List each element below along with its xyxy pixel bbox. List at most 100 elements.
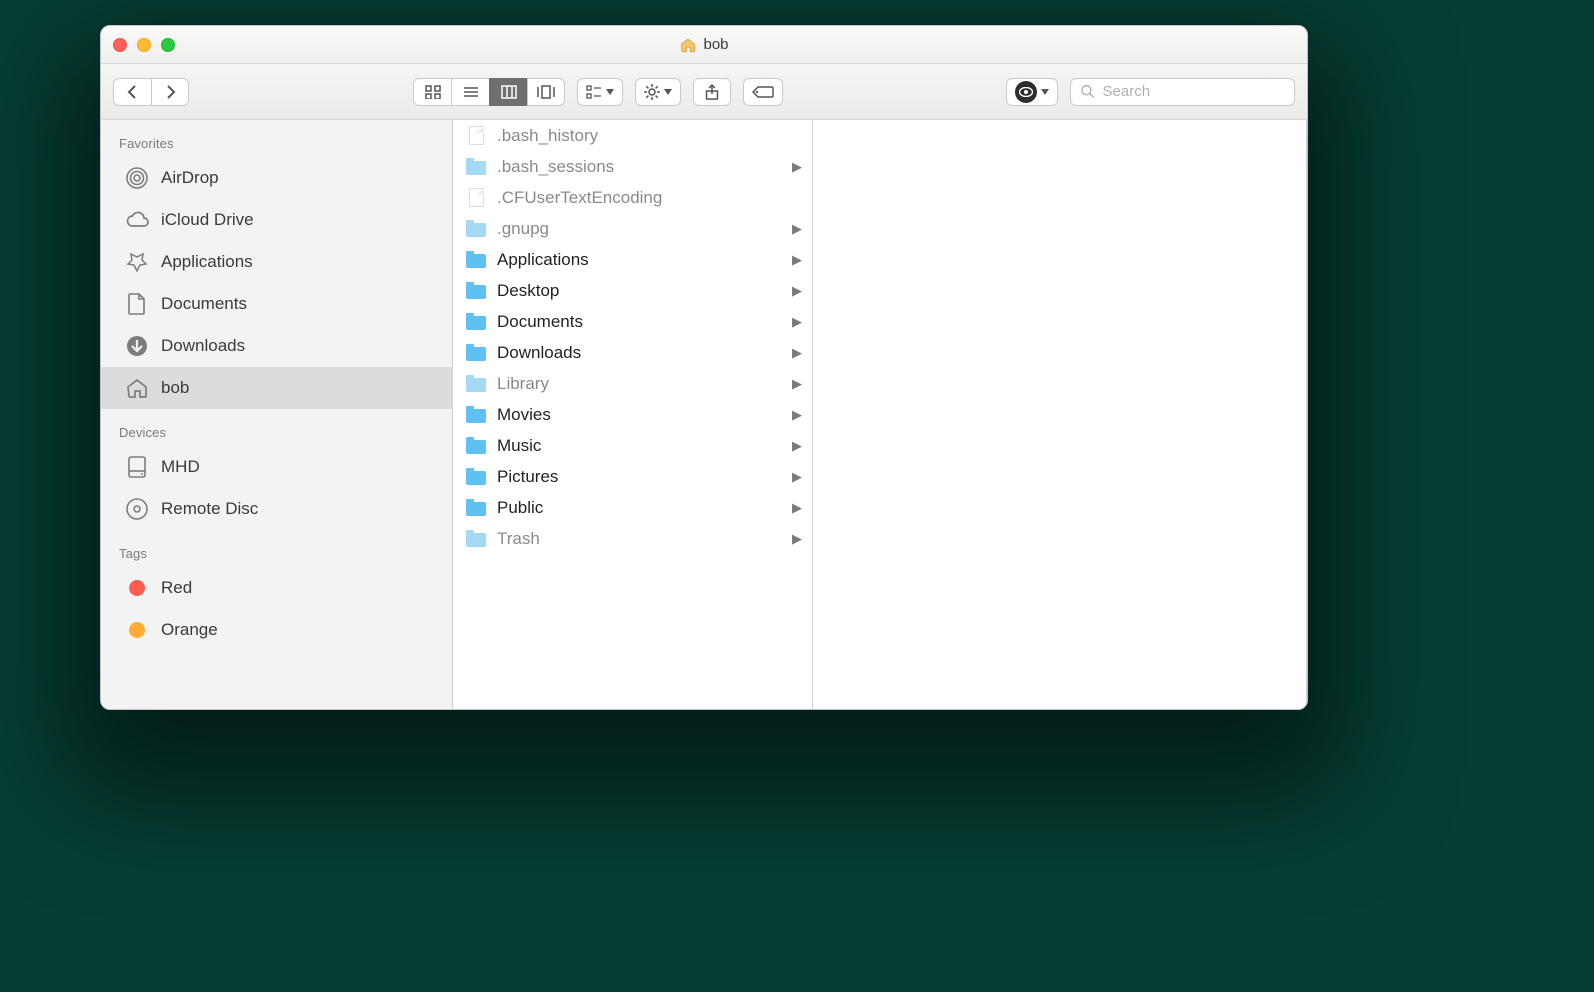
action-button[interactable] (635, 78, 681, 106)
file-item[interactable]: Downloads▶ (453, 337, 812, 368)
sidebar-item-home[interactable]: bob (101, 367, 452, 409)
file-item[interactable]: Documents▶ (453, 306, 812, 337)
sidebar-item-documents[interactable]: Documents (101, 283, 452, 325)
dropbox-smart-sync-button[interactable] (1006, 78, 1058, 106)
zoom-window-button[interactable] (161, 38, 175, 52)
disclosure-arrow-icon: ▶ (792, 345, 802, 361)
sidebar-item-label: MHD (161, 457, 200, 477)
file-item[interactable]: .bash_sessions▶ (453, 151, 812, 182)
sidebar-item-label: Orange (161, 620, 218, 640)
forward-button[interactable] (151, 78, 189, 106)
list-icon (463, 85, 479, 99)
back-button[interactable] (113, 78, 151, 106)
sidebar-item-label: bob (161, 378, 189, 398)
document-icon (125, 292, 149, 316)
sidebar-item-label: Applications (161, 252, 253, 272)
view-gallery-button[interactable] (527, 78, 565, 106)
file-item[interactable]: Public▶ (453, 492, 812, 523)
folder-icon (465, 156, 487, 178)
file-name: .bash_sessions (497, 157, 792, 177)
window-controls (113, 38, 175, 52)
file-name: Public (497, 498, 792, 518)
chevron-down-icon (1041, 89, 1049, 95)
group-by-button[interactable] (577, 78, 623, 106)
share-button[interactable] (693, 78, 731, 106)
column-view: .bash_history.bash_sessions▶.CFUserTextE… (453, 120, 1307, 709)
close-window-button[interactable] (113, 38, 127, 52)
sidebar-section-tags: Tags (101, 542, 452, 567)
folder-icon (465, 404, 487, 426)
file-name: .gnupg (497, 219, 792, 239)
sidebar-section-favorites: Favorites (101, 132, 452, 157)
file-name: .bash_history (497, 126, 802, 146)
file-item[interactable]: Music▶ (453, 430, 812, 461)
folder-icon (465, 311, 487, 333)
file-item[interactable]: Desktop▶ (453, 275, 812, 306)
file-item[interactable]: Applications▶ (453, 244, 812, 275)
edit-tags-button[interactable] (743, 78, 783, 106)
toolbar (101, 64, 1307, 120)
sidebar: Favorites AirDrop iCloud Drive (101, 120, 453, 709)
view-list-button[interactable] (451, 78, 489, 106)
file-name: Movies (497, 405, 792, 425)
file-icon (465, 125, 487, 147)
folder-icon (465, 218, 487, 240)
chevron-right-icon (164, 85, 176, 99)
view-icons-button[interactable] (413, 78, 451, 106)
search-field[interactable] (1070, 78, 1295, 106)
disclosure-arrow-icon: ▶ (792, 469, 802, 485)
file-name: .CFUserTextEncoding (497, 188, 802, 208)
file-name: Documents (497, 312, 792, 332)
file-item[interactable]: .bash_history (453, 120, 812, 151)
sidebar-item-tag-orange[interactable]: Orange (101, 609, 452, 651)
file-item[interactable]: Library▶ (453, 368, 812, 399)
columns-icon (501, 85, 517, 99)
minimize-window-button[interactable] (137, 38, 151, 52)
sidebar-item-airdrop[interactable]: AirDrop (101, 157, 452, 199)
grid-icon (425, 85, 441, 99)
disclosure-arrow-icon: ▶ (792, 283, 802, 299)
chevron-down-icon (606, 89, 614, 95)
gallery-icon (537, 85, 555, 99)
tag-dot-red-icon (125, 576, 149, 600)
disclosure-arrow-icon: ▶ (792, 438, 802, 454)
disclosure-arrow-icon: ▶ (792, 407, 802, 423)
folder-icon (465, 373, 487, 395)
nav-buttons (113, 78, 189, 106)
file-name: Pictures (497, 467, 792, 487)
search-input[interactable] (1101, 82, 1284, 101)
view-columns-button[interactable] (489, 78, 527, 106)
column-1[interactable]: .bash_history.bash_sessions▶.CFUserTextE… (453, 120, 813, 709)
hard-disk-icon (125, 455, 149, 479)
sidebar-item-label: iCloud Drive (161, 210, 254, 230)
file-name: Library (497, 374, 792, 394)
file-name: Music (497, 436, 792, 456)
sidebar-item-applications[interactable]: Applications (101, 241, 452, 283)
sidebar-item-tag-red[interactable]: Red (101, 567, 452, 609)
sidebar-item-label: Documents (161, 294, 247, 314)
disclosure-arrow-icon: ▶ (792, 531, 802, 547)
finder-window: bob (100, 25, 1308, 710)
chevron-down-icon (664, 89, 672, 95)
file-item[interactable]: Pictures▶ (453, 461, 812, 492)
folder-icon (465, 435, 487, 457)
sidebar-item-remote-disc[interactable]: Remote Disc (101, 488, 452, 530)
file-name: Desktop (497, 281, 792, 301)
file-item[interactable]: .CFUserTextEncoding (453, 182, 812, 213)
file-item[interactable]: .gnupg▶ (453, 213, 812, 244)
sidebar-item-icloud[interactable]: iCloud Drive (101, 199, 452, 241)
sidebar-item-downloads[interactable]: Downloads (101, 325, 452, 367)
titlebar: bob (101, 26, 1307, 64)
home-folder-icon (679, 36, 697, 54)
column-2[interactable] (813, 120, 1307, 709)
chevron-left-icon (127, 85, 139, 99)
tag-icon (752, 85, 774, 99)
disclosure-arrow-icon: ▶ (792, 314, 802, 330)
disc-icon (125, 497, 149, 521)
disclosure-arrow-icon: ▶ (792, 500, 802, 516)
file-item[interactable]: Trash▶ (453, 523, 812, 554)
sidebar-item-mhd[interactable]: MHD (101, 446, 452, 488)
sidebar-item-label: Red (161, 578, 192, 598)
search-icon (1081, 84, 1095, 99)
file-item[interactable]: Movies▶ (453, 399, 812, 430)
